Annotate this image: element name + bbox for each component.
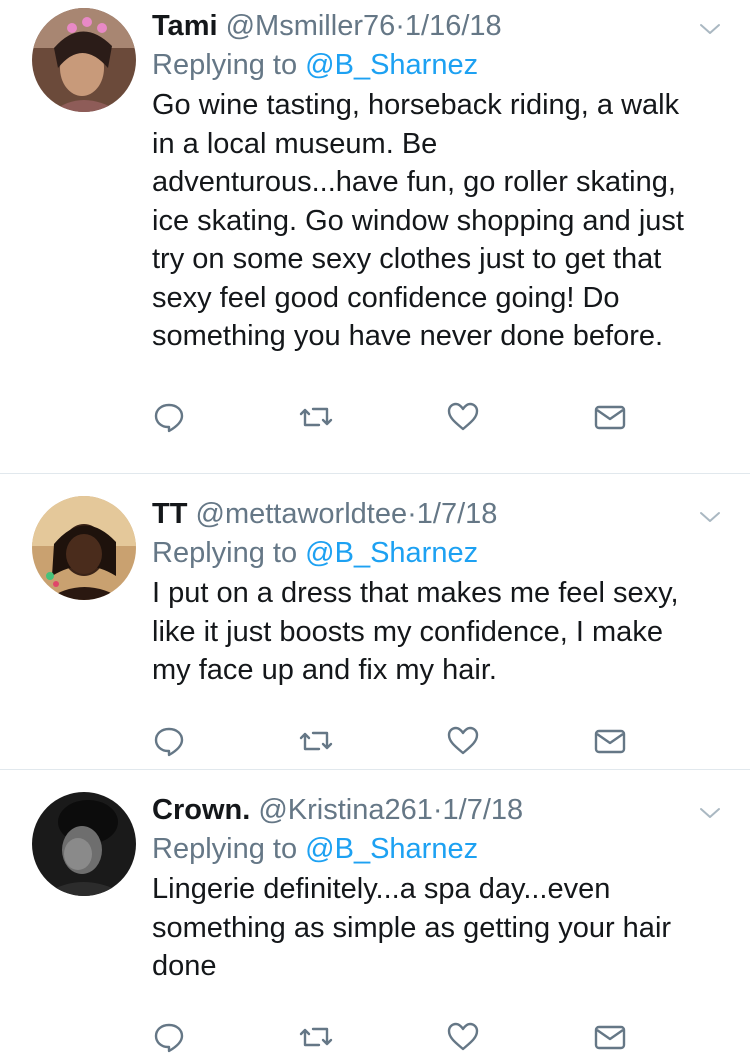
- tweet-date[interactable]: 1/7/18: [417, 498, 498, 530]
- display-name[interactable]: Crown.: [152, 794, 250, 826]
- tweet[interactable]: Crown. @Kristina261·1/7/18 Replying to @…: [0, 770, 750, 1056]
- tweet-actions: [152, 992, 722, 1056]
- timeline: Tami @Msmiller76·1/16/18 Replying to @B_…: [0, 0, 750, 1056]
- avatar[interactable]: [32, 8, 136, 112]
- chevron-down-icon[interactable]: [698, 502, 722, 526]
- retweet-icon[interactable]: [299, 1020, 333, 1054]
- tweet-date[interactable]: 1/16/18: [405, 10, 502, 42]
- tweet-header: Crown. @Kristina261·1/7/18: [152, 792, 722, 828]
- chevron-down-icon[interactable]: [698, 14, 722, 38]
- retweet-icon[interactable]: [299, 400, 333, 434]
- user-handle[interactable]: @Kristina261: [258, 794, 433, 826]
- mention-link[interactable]: @B_Sharnez: [305, 49, 478, 81]
- mention-link[interactable]: @B_Sharnez: [305, 537, 478, 569]
- reply-icon[interactable]: [152, 724, 186, 758]
- replying-to: Replying to @B_Sharnez: [152, 534, 722, 572]
- tweet[interactable]: TT @mettaworldtee·1/7/18 Replying to @B_…: [0, 474, 750, 770]
- display-name[interactable]: TT: [152, 498, 187, 530]
- heart-icon[interactable]: [446, 724, 480, 758]
- separator: ·: [395, 10, 405, 42]
- tweet-text: I put on a dress that makes me feel sexy…: [152, 577, 679, 686]
- mention-link[interactable]: @B_Sharnez: [305, 833, 478, 865]
- user-handle[interactable]: @mettaworldtee: [196, 498, 408, 530]
- tweet-text: Lingerie definitely...a spa day...even s…: [152, 873, 672, 982]
- heart-icon[interactable]: [446, 400, 480, 434]
- user-handle[interactable]: @Msmiller76: [226, 10, 396, 42]
- envelope-icon[interactable]: [593, 724, 627, 758]
- tweet-header: TT @mettaworldtee·1/7/18: [152, 496, 722, 532]
- envelope-icon[interactable]: [593, 400, 627, 434]
- reply-icon[interactable]: [152, 1020, 186, 1054]
- replying-prefix: Replying to: [152, 833, 298, 865]
- tweet-actions: [152, 372, 722, 462]
- replying-prefix: Replying to: [152, 537, 298, 569]
- separator: ·: [407, 498, 417, 530]
- replying-prefix: Replying to: [152, 49, 298, 81]
- retweet-icon[interactable]: [299, 724, 333, 758]
- reply-icon[interactable]: [152, 400, 186, 434]
- chevron-down-icon[interactable]: [698, 798, 722, 822]
- tweet[interactable]: Tami @Msmiller76·1/16/18 Replying to @B_…: [0, 0, 750, 474]
- tweet-date[interactable]: 1/7/18: [443, 794, 524, 826]
- replying-to: Replying to @B_Sharnez: [152, 830, 722, 868]
- tweet-header: Tami @Msmiller76·1/16/18: [152, 8, 722, 44]
- replying-to: Replying to @B_Sharnez: [152, 46, 722, 84]
- envelope-icon[interactable]: [593, 1020, 627, 1054]
- tweet-text: Go wine tasting, horseback riding, a wal…: [152, 89, 684, 352]
- avatar[interactable]: [32, 792, 136, 896]
- avatar[interactable]: [32, 496, 136, 600]
- display-name[interactable]: Tami: [152, 10, 218, 42]
- separator: ·: [432, 794, 443, 826]
- heart-icon[interactable]: [446, 1020, 480, 1054]
